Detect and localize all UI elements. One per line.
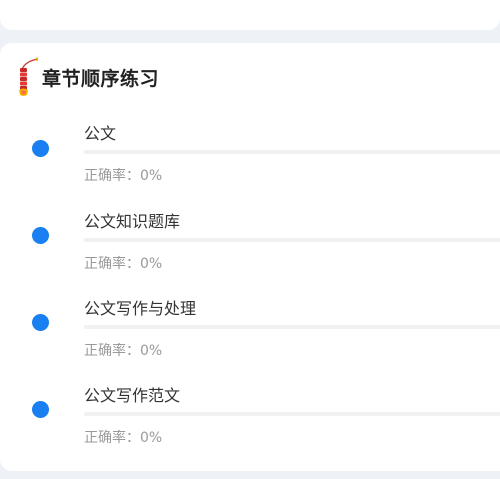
accuracy-label: 正确率： (84, 256, 140, 272)
accuracy-label: 正确率： (84, 343, 140, 359)
accuracy-value: 0% (140, 168, 163, 184)
chapter-name: 公文写作范文 (84, 386, 181, 405)
section-header: 章节顺序练习 (16, 57, 159, 97)
progress-bar (84, 150, 500, 154)
accuracy-text: 正确率：0% (84, 253, 162, 273)
progress-bar (84, 325, 500, 329)
accuracy-value: 0% (140, 343, 163, 359)
chapter-name: 公文 (84, 124, 117, 143)
chapter-dot (32, 314, 49, 331)
accuracy-text: 正确率：0% (84, 165, 162, 185)
accuracy-value: 0% (140, 256, 163, 272)
chapter-item[interactable]: 公文写作范文 正确率：0% (0, 382, 500, 462)
chapter-item[interactable]: 公文知识题库 正确率：0% (0, 208, 500, 288)
chapter-dot (32, 140, 49, 157)
chapter-name: 公文知识题库 (84, 212, 181, 231)
chapter-dot (32, 227, 49, 244)
chapter-name: 公文写作与处理 (84, 299, 197, 318)
progress-bar (84, 238, 500, 242)
chapter-dot (32, 401, 49, 418)
accuracy-label: 正确率： (84, 168, 140, 184)
chapter-practice-card: 章节顺序练习 公文 正确率：0% 公文知识题库 正确率：0% 公文写作与处理 正… (0, 43, 500, 471)
accuracy-text: 正确率：0% (84, 427, 162, 447)
accuracy-text: 正确率：0% (84, 340, 162, 360)
chapter-item[interactable]: 公文 正确率：0% (0, 120, 500, 200)
accuracy-value: 0% (140, 430, 163, 446)
top-card (0, 0, 500, 30)
progress-bar (84, 412, 500, 416)
firecracker-icon (19, 57, 38, 96)
chapter-item[interactable]: 公文写作与处理 正确率：0% (0, 295, 500, 375)
accuracy-label: 正确率： (84, 430, 140, 446)
section-title: 章节顺序练习 (42, 67, 160, 90)
